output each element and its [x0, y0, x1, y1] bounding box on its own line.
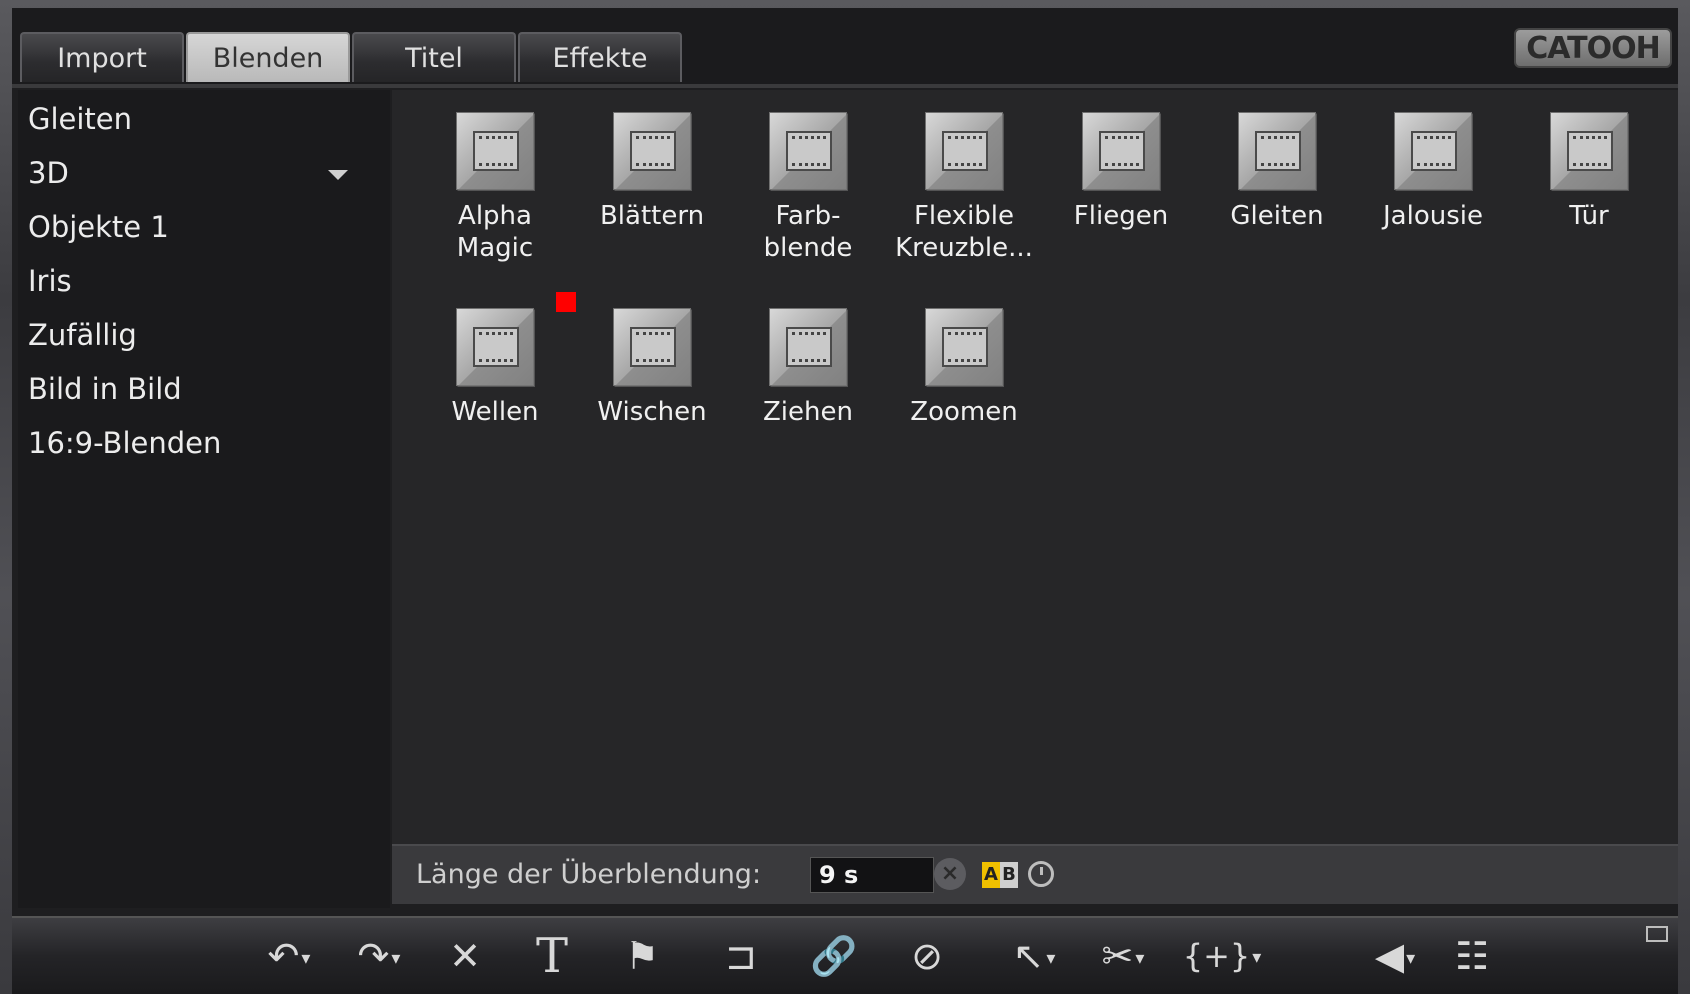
transition-blaettern[interactable]: Blättern: [577, 112, 727, 232]
unlink-icon: ⊘: [911, 934, 943, 978]
transition-wischen[interactable]: Wischen: [577, 308, 727, 428]
transition-gleiten[interactable]: Gleiten: [1202, 112, 1352, 232]
transition-ziehen[interactable]: Ziehen: [733, 308, 883, 428]
transition-label: Alpha Magic: [456, 201, 534, 263]
marker-flag-icon: ⚑: [624, 934, 660, 978]
audio-button[interactable]: ◀ ▾: [1360, 932, 1430, 980]
tab-effekte[interactable]: Effekte: [518, 32, 682, 82]
snap-button[interactable]: ⊐: [706, 932, 776, 980]
category-bild-in-bild[interactable]: Bild in Bild: [28, 362, 358, 416]
undo-icon: ↶: [267, 934, 300, 978]
edit-toolbar: ↶ ▾ ↷ ▾ ✕ T ⚑ ⊐ 🔗 ⊘ ↖ ▾ ✂ ▾ {+} ▾ ◀ ▾ ☷: [12, 916, 1678, 994]
insert-mode-button[interactable]: {+} ▾: [1172, 932, 1272, 980]
transition-thumbnail-icon: [456, 308, 535, 387]
tab-import[interactable]: Import: [20, 32, 184, 82]
undo-button[interactable]: ↶ ▾: [254, 932, 324, 980]
clock-icon[interactable]: [1028, 861, 1054, 887]
transition-fliegen[interactable]: Fliegen: [1046, 112, 1196, 232]
chevron-down-icon[interactable]: ▾: [301, 948, 310, 969]
marker-button[interactable]: ⚑: [612, 932, 672, 980]
transition-thumbnail-icon: [769, 112, 848, 191]
snap-icon: ⊐: [725, 934, 757, 978]
chevron-down-icon[interactable]: ▾: [1135, 948, 1144, 969]
category-zufaellig[interactable]: Zufällig: [28, 308, 358, 362]
redo-icon: ↷: [357, 934, 390, 978]
redo-button[interactable]: ↷ ▾: [344, 932, 414, 980]
link-button[interactable]: 🔗: [802, 932, 866, 980]
category-list: Gleiten 3D Objekte 1 Iris Zufällig Bild …: [18, 90, 390, 908]
category-16-9-blenden[interactable]: 16:9-Blenden: [28, 416, 358, 470]
duration-bar: Länge der Überblendung: 9 s × AB: [392, 844, 1678, 904]
duration-label: Länge der Überblendung:: [416, 859, 762, 890]
mixer-button[interactable]: ☷: [1444, 932, 1500, 980]
transition-label: Wellen: [451, 397, 539, 427]
link-icon: 🔗: [810, 934, 858, 978]
chevron-down-icon[interactable]: ▾: [1406, 948, 1415, 969]
category-objekte-1[interactable]: Objekte 1: [28, 200, 358, 254]
transition-thumbnail-icon: [613, 308, 692, 387]
transition-label: Blättern: [599, 201, 705, 231]
text-icon: T: [535, 928, 568, 984]
transition-thumbnail-icon: [613, 112, 692, 191]
transition-grid: Alpha Magic Blättern Farb- blende Flexib…: [392, 90, 1678, 844]
category-3d[interactable]: 3D: [28, 146, 358, 200]
transition-label: Flexible Kreuzble...: [895, 201, 1033, 263]
chevron-down-icon[interactable]: [328, 170, 348, 180]
razor-button[interactable]: ✂ ▾: [1088, 932, 1158, 980]
transition-flexible-kreuzblende[interactable]: Flexible Kreuzble...: [889, 112, 1039, 264]
pointer-mode-button[interactable]: ↖ ▾: [994, 932, 1074, 980]
transition-thumbnail-icon: [456, 112, 535, 191]
transition-label: Jalousie: [1383, 201, 1483, 231]
transition-wellen[interactable]: Wellen: [420, 308, 570, 428]
category-label: 3D: [28, 156, 69, 190]
transition-label: Tür: [1569, 201, 1609, 231]
delete-icon: ✕: [449, 934, 481, 978]
chevron-down-icon[interactable]: ▾: [1046, 948, 1055, 969]
transition-thumbnail-icon: [1238, 112, 1317, 191]
chevron-down-icon[interactable]: ▾: [1252, 947, 1261, 968]
transition-alpha-magic[interactable]: Alpha Magic: [420, 112, 570, 264]
audio-icon: ◀: [1374, 934, 1405, 978]
transition-label: Fliegen: [1073, 201, 1169, 231]
razor-icon: ✂: [1101, 934, 1134, 978]
transition-thumbnail-icon: [925, 112, 1004, 191]
red-marker: [556, 292, 576, 312]
clear-icon[interactable]: ×: [934, 858, 966, 890]
category-iris[interactable]: Iris: [28, 254, 358, 308]
mixer-icon: ☷: [1454, 934, 1490, 978]
tab-bar: Import Blenden Titel Effekte CATOOH: [12, 8, 1678, 88]
category-gleiten[interactable]: Gleiten: [28, 92, 358, 146]
transition-label: Zoomen: [910, 397, 1018, 427]
transition-thumbnail-icon: [769, 308, 848, 387]
pointer-mode-icon: ↖: [1012, 934, 1045, 978]
transition-tuer[interactable]: Tür: [1514, 112, 1664, 232]
insert-mode-icon: {+}: [1182, 937, 1251, 975]
transition-thumbnail-icon: [925, 308, 1004, 387]
tab-blenden[interactable]: Blenden: [186, 32, 350, 82]
delete-button[interactable]: ✕: [440, 932, 490, 980]
transition-label: Wischen: [597, 397, 707, 427]
transition-thumbnail-icon: [1550, 112, 1629, 191]
ab-transition-icon[interactable]: AB: [982, 862, 1022, 888]
chevron-down-icon[interactable]: ▾: [391, 948, 400, 969]
tab-titel[interactable]: Titel: [352, 32, 516, 82]
duration-input[interactable]: 9 s: [810, 857, 934, 893]
unlink-button[interactable]: ⊘: [892, 932, 962, 980]
catooh-logo[interactable]: CATOOH: [1514, 28, 1672, 68]
transition-thumbnail-icon: [1082, 112, 1161, 191]
transition-label: Farb- blende: [763, 201, 853, 263]
transition-jalousie[interactable]: Jalousie: [1358, 112, 1508, 232]
transition-label: Ziehen: [763, 397, 853, 427]
text-button[interactable]: T: [522, 932, 582, 980]
transition-zoomen[interactable]: Zoomen: [889, 308, 1039, 428]
media-pool-panel: Import Blenden Titel Effekte CATOOH Glei…: [12, 8, 1678, 994]
transition-label: Gleiten: [1230, 201, 1324, 231]
transition-thumbnail-icon: [1394, 112, 1473, 191]
transition-farbblende[interactable]: Farb- blende: [733, 112, 883, 264]
maximize-icon[interactable]: [1646, 926, 1668, 942]
